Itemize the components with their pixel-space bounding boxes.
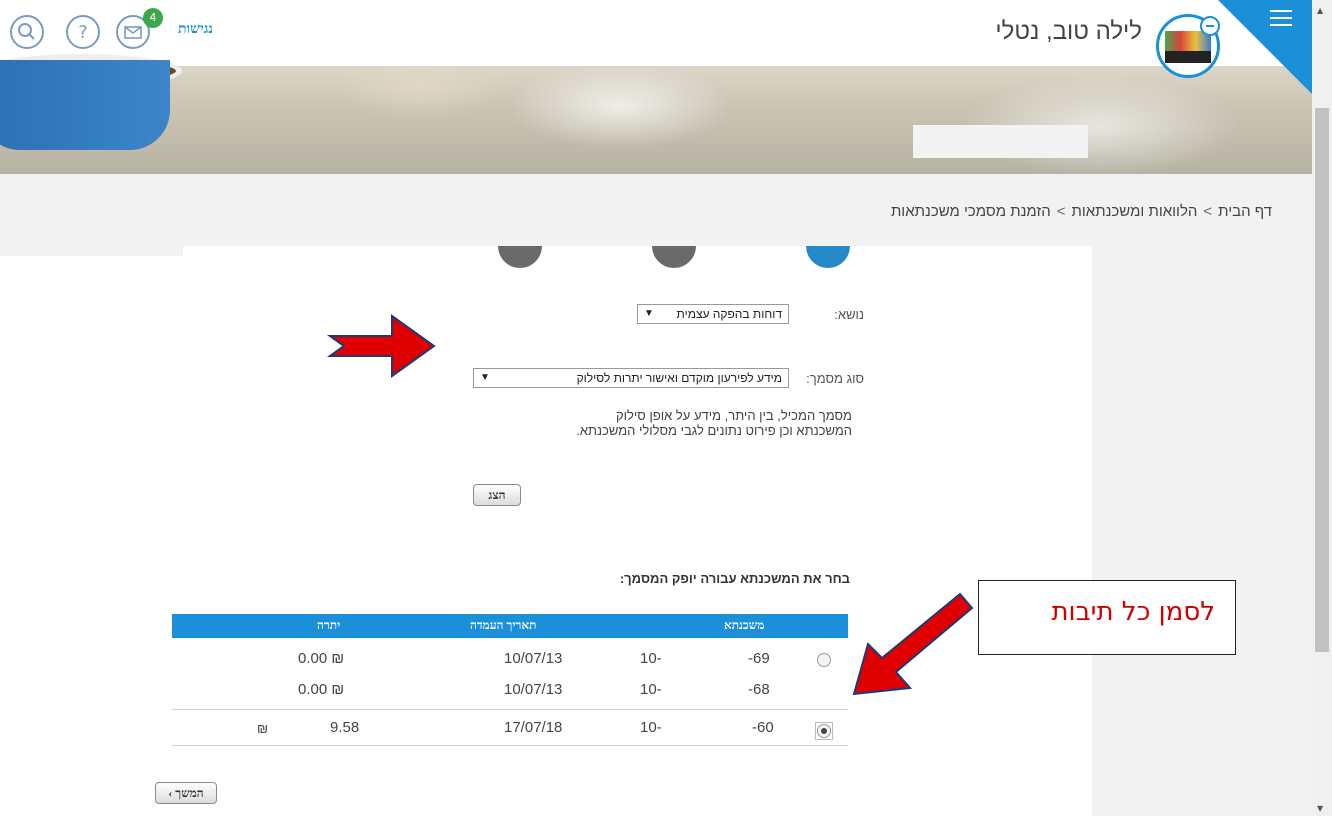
show-button[interactable]: הצג [473,484,521,506]
balance: ₪ 0.00 [298,650,345,667]
breadcrumb-separator: > [1203,203,1213,220]
accessibility-link[interactable]: נגישות [178,22,213,38]
redacted-area [665,678,745,700]
loan-number-prefix: 10- [640,719,662,736]
scrollbar-thumb[interactable] [1315,108,1329,652]
step-indicator-3 [498,246,542,268]
right-side-panel [1092,246,1312,816]
help-icon[interactable]: ? [66,15,100,49]
messages-badge: 4 [143,8,163,28]
choose-mortgage-label: בחר את המשכנתא עבורה יופק המסמך: [619,571,850,586]
menu-corner[interactable] [1218,0,1314,96]
svg-text:?: ? [78,22,88,43]
row-radio-selected[interactable] [817,724,831,738]
balance-currency: ₪ [257,721,269,736]
hero-banner [0,66,1312,174]
left-gray-strip [0,246,183,256]
column-header-mortgage: משכנתא [724,618,765,632]
row-divider [172,745,848,746]
loan-number-prefix: 10- [640,650,662,667]
breadcrumb-home[interactable]: דף הבית [1218,203,1272,220]
loan-number-suffix: -60 [752,719,774,736]
annotation-arrow-right [326,314,436,378]
deposit-date: 10/07/13 [504,681,563,698]
doctype-select[interactable]: ▼ מידע לפירעון מוקדם ואישור יתרות לסילוק [473,368,789,388]
scroll-down-icon[interactable]: ▼ [1317,804,1323,813]
hero-overlay-box [913,125,1088,158]
row-radio[interactable] [817,653,831,667]
redacted-area [278,716,328,738]
loan-number-suffix: -69 [748,650,770,667]
subject-select[interactable]: ▼ דוחות בהפקה עצמית [637,304,789,324]
doctype-description: מסמך המכיל, בין היתר, מידע על אופן סילוק… [552,408,852,438]
next-button-label: המשך [175,786,204,800]
breadcrumb-loans[interactable]: הלוואות ומשכנתאות [1072,203,1198,220]
breadcrumb: דף הבית > הלוואות ומשכנתאות > הזמנת מסמכי מש… [891,203,1272,220]
doctype-select-value: מידע לפירעון מוקדם ואישור יתרות לסילוק [576,371,782,385]
row-divider [172,709,848,710]
next-button[interactable]: ‹ המשך [155,782,217,804]
balance: ₪ 0.00 [298,681,345,698]
menu-icon[interactable] [1270,10,1292,26]
annotation-note: לסמן כל תיבות [978,580,1236,655]
redacted-area [665,647,745,669]
annotation-arrow-diagonal [852,592,974,696]
dropdown-arrow-icon: ▼ [480,372,490,383]
deposit-date: 10/07/13 [504,650,563,667]
greeting: לילה טוב, נטלי [995,18,1142,45]
step-indicator-1 [806,246,850,268]
dropdown-arrow-icon: ▼ [644,308,654,319]
subject-select-value: דוחות בהפקה עצמית [676,307,782,321]
description-line-1: מסמך המכיל, בין היתר, מידע על אופן סילוק [616,408,852,423]
loan-number-suffix: -68 [748,681,770,698]
search-icon[interactable] [10,15,44,49]
column-header-date: תאריך העמדה [470,618,537,632]
balance-suffix: 9.58 [330,719,360,736]
avatar-minus-icon[interactable] [1200,16,1220,36]
redacted-area [665,716,749,738]
breadcrumb-separator: > [1056,203,1066,220]
description-line-2: המשכנתא וכן פירוט נתונים לגבי מסלולי המש… [576,423,852,438]
loan-number-prefix: 10- [640,681,662,698]
breadcrumb-current: הזמנת מסמכי משכנתאות [890,203,1051,220]
step-indicator-2 [652,246,696,268]
scroll-up-icon[interactable]: ▲ [1317,6,1323,15]
column-header-balance: יתרה [317,618,341,632]
subject-label: נושא: [834,307,864,322]
deposit-date: 17/07/18 [504,719,563,736]
chevron-left-icon: ‹ [168,786,173,800]
doctype-label: סוג מסמך: [806,371,864,386]
coffee-image [0,60,170,150]
